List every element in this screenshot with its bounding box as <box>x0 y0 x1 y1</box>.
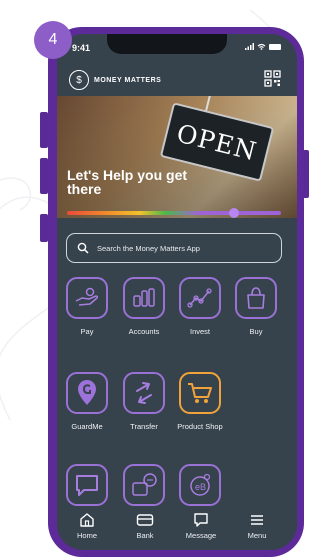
volume-button-bottom <box>40 158 48 194</box>
nav-bank-label: Bank <box>136 531 154 540</box>
nav-message-label: Message <box>185 531 217 540</box>
invest-button[interactable] <box>179 277 221 319</box>
chat-icon <box>76 475 98 496</box>
home-icon <box>80 513 94 527</box>
e-balance-icon: eB <box>190 473 211 496</box>
notch <box>107 34 227 54</box>
banner-title: Let's Help you get there <box>67 167 188 197</box>
nav-message[interactable]: Message <box>171 512 231 540</box>
e-balance-button[interactable]: eB <box>179 464 221 506</box>
chat-button[interactable] <box>66 464 108 506</box>
step-number-badge: 4 <box>34 21 72 59</box>
mute-switch <box>40 214 48 242</box>
message-icon <box>194 513 208 527</box>
search-input[interactable] <box>95 242 279 254</box>
nav-bank[interactable]: Bank <box>115 512 175 540</box>
invest-chart-icon <box>187 288 212 308</box>
shopping-cart-icon <box>188 383 212 403</box>
status-time: 9:41 <box>72 43 91 53</box>
bank-card-icon <box>136 514 154 526</box>
nav-menu-label: Menu <box>247 531 267 540</box>
volume-button-top <box>40 112 48 148</box>
banner-slider-dot <box>229 208 239 218</box>
banner-progress-stripe <box>67 211 281 215</box>
shopping-bag-icon <box>247 287 265 309</box>
nav-home-label: Home <box>76 531 97 540</box>
signal-icon <box>245 43 254 50</box>
wifi-icon <box>257 43 266 50</box>
menu-icon <box>251 515 263 525</box>
battery-icon <box>269 43 281 50</box>
guardme-button[interactable] <box>66 372 108 414</box>
product-shop-label: Product Shop <box>177 422 223 431</box>
buy-label: Buy <box>249 327 263 336</box>
pay-button[interactable] <box>66 277 108 319</box>
pay-hand-icon <box>75 287 99 306</box>
support-message-button[interactable] <box>123 464 165 506</box>
search-icon <box>77 242 89 254</box>
transfer-arrows-icon <box>136 382 152 404</box>
guard-pin-icon <box>78 380 96 405</box>
transfer-button[interactable] <box>123 372 165 414</box>
phone-screen: 9:41 $ MONEY MATTERS OPEN Let's Help you… <box>57 34 297 550</box>
brand-name: MONEY MATTERS <box>94 76 162 84</box>
qr-code-icon[interactable] <box>264 70 281 87</box>
search-bar[interactable] <box>66 233 282 263</box>
accounts-button[interactable] <box>123 277 165 319</box>
status-icons <box>245 43 281 50</box>
message-support-icon <box>132 473 157 496</box>
product-shop-button[interactable] <box>179 372 221 414</box>
buy-button[interactable] <box>235 277 277 319</box>
nav-home[interactable]: Home <box>57 512 117 540</box>
promo-banner[interactable]: OPEN Let's Help you get there <box>57 96 297 218</box>
bottom-nav: Home Bank Message Menu <box>57 512 297 550</box>
accounts-icon <box>133 288 155 307</box>
nav-menu[interactable]: Menu <box>227 512 287 540</box>
svg-text:eB: eB <box>195 482 206 492</box>
brand-logo-icon: $ <box>69 70 89 90</box>
app-header: $ MONEY MATTERS <box>69 70 161 90</box>
